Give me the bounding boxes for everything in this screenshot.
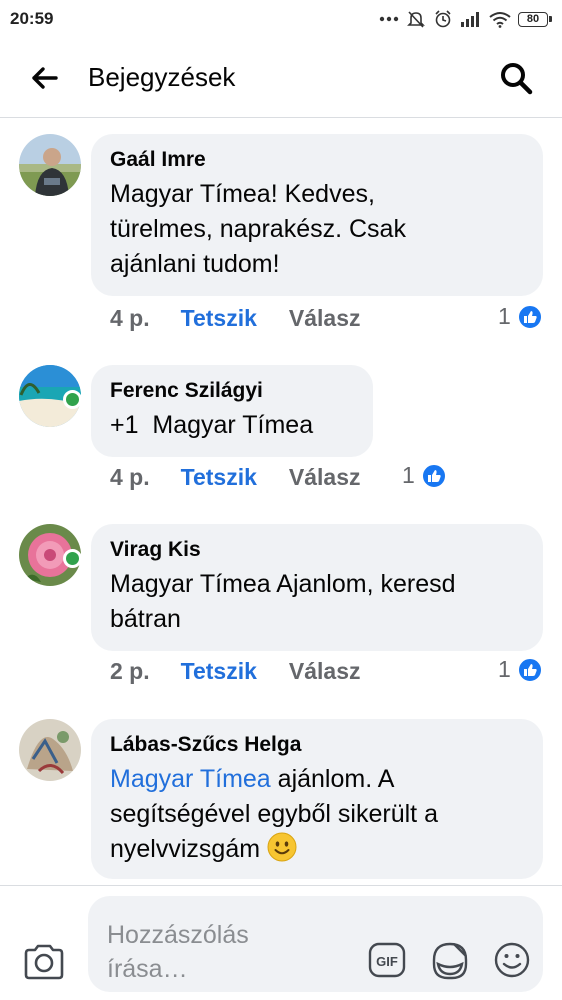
like-reaction-icon bbox=[516, 656, 543, 683]
comment-text: segítségével egyből sikerült a bbox=[110, 800, 438, 828]
search-button[interactable] bbox=[494, 56, 538, 100]
status-bar: 20:59 80 bbox=[0, 0, 562, 38]
like-button[interactable]: Tetszik bbox=[181, 464, 257, 491]
comment-text-line: Magyar Tímea ajánlom. A bbox=[110, 762, 525, 797]
back-button[interactable] bbox=[24, 58, 64, 98]
comment-composer-bar: Hozzászólás írása… GIF bbox=[0, 885, 562, 1000]
comment-time[interactable]: 4 p. bbox=[110, 305, 150, 332]
comment-text: ajánlom. A bbox=[270, 765, 395, 793]
avatar[interactable] bbox=[19, 134, 81, 196]
online-status-dot bbox=[63, 549, 82, 568]
camera-button[interactable] bbox=[23, 943, 65, 981]
comment-text: Magyar Tímea Ajanlom, keresd bbox=[110, 570, 456, 598]
arrow-left-icon bbox=[32, 66, 58, 89]
reply-button[interactable]: Válasz bbox=[289, 658, 361, 685]
like-reaction-icon bbox=[516, 303, 543, 330]
comment-time[interactable]: 4 p. bbox=[110, 464, 150, 491]
gif-label: GIF bbox=[376, 954, 398, 969]
reaction-count: 1 bbox=[402, 462, 415, 488]
silent-bell-icon bbox=[407, 11, 425, 28]
search-icon bbox=[501, 62, 533, 94]
like-reaction-icon bbox=[420, 462, 447, 489]
comment-actions: 4 p. Tetszik Válasz bbox=[110, 303, 361, 333]
header: Bejegyzések bbox=[0, 38, 562, 118]
wifi-icon bbox=[489, 11, 511, 28]
comment-actions: 4 p. Tetszik Válasz bbox=[110, 462, 361, 492]
battery-level: 80 bbox=[518, 11, 548, 27]
comment-bubble[interactable]: Gaál Imre Magyar Tímea! Kedves, türelmes… bbox=[91, 134, 543, 296]
reaction-summary[interactable]: 1 bbox=[498, 303, 543, 330]
alarm-icon bbox=[435, 10, 451, 28]
comment-text: bátran bbox=[110, 605, 181, 633]
gif-icon: GIF bbox=[368, 942, 406, 978]
reaction-summary[interactable]: 1 bbox=[402, 462, 447, 489]
comment-bubble[interactable]: Virag Kis Magyar Tímea Ajanlom, keresd b… bbox=[91, 524, 543, 651]
reply-button[interactable]: Válasz bbox=[289, 464, 361, 491]
battery-tip bbox=[549, 16, 552, 22]
like-button[interactable]: Tetszik bbox=[181, 305, 257, 332]
comment-input[interactable]: Hozzászólás írása… bbox=[107, 918, 307, 986]
comment-author[interactable]: Virag Kis bbox=[110, 537, 525, 563]
mention-link[interactable]: Magyar Tímea bbox=[110, 765, 271, 793]
emoji-button[interactable] bbox=[493, 941, 531, 979]
comment-text-line: nyelvvizsgám bbox=[110, 832, 525, 867]
comment-bubble[interactable]: Lábas-Szűcs Helga Magyar Tímea ajánlom. … bbox=[91, 719, 543, 879]
comment-bubble[interactable]: Ferenc Szilágyi +1 Magyar Tímea bbox=[91, 365, 373, 457]
emoji-icon bbox=[494, 942, 530, 978]
comment-text: nyelvvizsgám bbox=[110, 835, 261, 863]
more-dots-icon bbox=[379, 16, 399, 22]
sticker-button[interactable] bbox=[430, 940, 470, 982]
like-button[interactable]: Tetszik bbox=[181, 658, 257, 685]
comment-author[interactable]: Ferenc Szilágyi bbox=[110, 378, 355, 404]
avatar[interactable] bbox=[19, 719, 81, 781]
comment-text: +1 Magyar Tímea bbox=[110, 411, 314, 439]
comment-author[interactable]: Gaál Imre bbox=[110, 147, 525, 173]
gif-button[interactable]: GIF bbox=[368, 942, 406, 978]
reaction-count: 1 bbox=[498, 656, 511, 682]
sticker-icon bbox=[432, 942, 468, 980]
comment-list[interactable]: Gaál Imre Magyar Tímea! Kedves, türelmes… bbox=[0, 119, 562, 885]
reply-button[interactable]: Válasz bbox=[289, 305, 361, 332]
smiling-face-icon bbox=[267, 832, 297, 862]
online-status-dot bbox=[63, 390, 82, 409]
page-title: Bejegyzések bbox=[88, 62, 236, 92]
comment-actions: 2 p. Tetszik Válasz bbox=[110, 656, 361, 686]
comment-text: ajánlani tudom! bbox=[110, 250, 280, 278]
reaction-summary[interactable]: 1 bbox=[498, 656, 543, 683]
camera-icon bbox=[24, 944, 64, 980]
comment-time[interactable]: 2 p. bbox=[110, 658, 150, 685]
comment-input-box[interactable]: Hozzászólás írása… GIF bbox=[88, 896, 543, 992]
comment-text: türelmes, naprakész. Csak bbox=[110, 215, 406, 243]
comment-author[interactable]: Lábas-Szűcs Helga bbox=[110, 732, 525, 758]
signal-icon bbox=[461, 12, 479, 27]
status-icons: 80 bbox=[379, 9, 552, 29]
battery-icon: 80 bbox=[518, 11, 552, 27]
reaction-count: 1 bbox=[498, 303, 511, 329]
status-time: 20:59 bbox=[10, 9, 54, 28]
comment-text: Magyar Tímea! Kedves, bbox=[110, 180, 375, 208]
